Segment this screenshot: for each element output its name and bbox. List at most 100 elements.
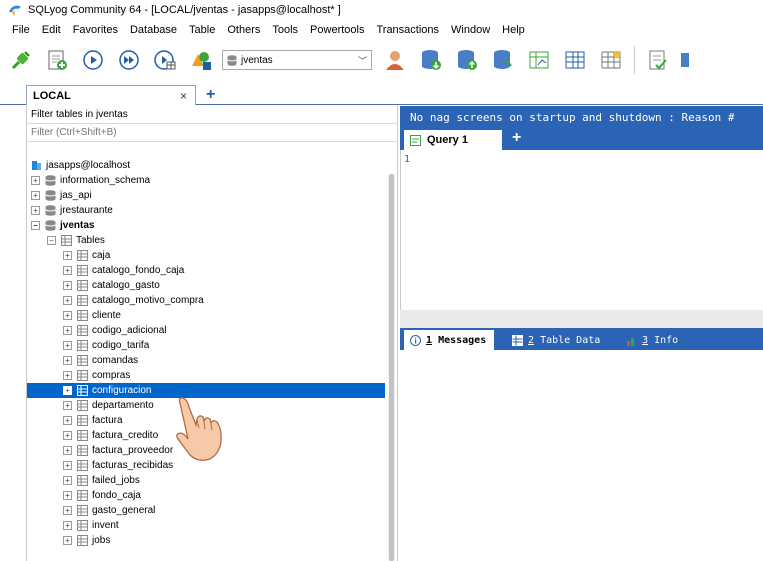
table-name-label: cliente (92, 310, 121, 321)
database-sync-button[interactable] (488, 45, 518, 75)
sqlyog-dolphin-icon (9, 5, 21, 16)
add-connection-tab-button[interactable]: + (206, 86, 215, 104)
table-row-compras[interactable]: + compras (27, 368, 385, 383)
menu-window[interactable]: Window (445, 24, 496, 36)
menu-tools[interactable]: Tools (266, 24, 304, 36)
table-name-label: invent (92, 520, 119, 531)
expand-icon[interactable]: + (63, 356, 72, 365)
close-icon[interactable]: × (180, 89, 187, 103)
expand-icon[interactable]: + (63, 266, 72, 275)
schema-designer-button[interactable] (186, 45, 216, 75)
add-query-tab-button[interactable]: + (512, 129, 521, 147)
tree-root-connection[interactable]: jasapps@localhost (27, 158, 385, 173)
expand-icon[interactable]: + (31, 176, 40, 185)
collapse-icon[interactable]: − (47, 236, 56, 245)
menu-bar: File Edit Favorites Database Table Other… (0, 20, 763, 40)
table-row-fondo-caja[interactable]: + fondo_caja (27, 488, 385, 503)
expand-icon[interactable]: + (63, 386, 72, 395)
expand-icon[interactable]: + (63, 506, 72, 515)
table-row-catalogo-motivo-compra[interactable]: + catalogo_motivo_compra (27, 293, 385, 308)
tree-database-jventas[interactable]: − jventas (27, 218, 385, 233)
expand-icon[interactable]: + (63, 311, 72, 320)
table-data-icon (512, 334, 523, 346)
backup-database-button[interactable] (416, 45, 446, 75)
connection-tab-strip: LOCAL × + (0, 83, 763, 105)
toolbar-overflow-button[interactable] (679, 45, 689, 75)
table-row-comandas[interactable]: + comandas (27, 353, 385, 368)
menu-database[interactable]: Database (124, 24, 183, 36)
menu-help[interactable]: Help (496, 24, 531, 36)
collapse-icon[interactable]: − (31, 221, 40, 230)
tree-database-information-schema[interactable]: + information_schema (27, 173, 385, 188)
expand-icon[interactable]: + (63, 491, 72, 500)
tree-tables-folder[interactable]: − Tables (27, 233, 385, 248)
expand-icon[interactable]: + (63, 416, 72, 425)
menu-file[interactable]: File (6, 24, 36, 36)
new-query-editor-button[interactable] (42, 45, 72, 75)
expand-icon[interactable]: + (63, 446, 72, 455)
table-row-caja[interactable]: + caja (27, 248, 385, 263)
expand-icon[interactable]: + (63, 326, 72, 335)
execute-query-button[interactable] (78, 45, 108, 75)
checklist-button[interactable] (643, 45, 673, 75)
table-row-jobs[interactable]: + jobs (27, 533, 385, 548)
tab-table-data[interactable]: 2 Table Data (512, 330, 600, 350)
execute-all-queries-button[interactable] (114, 45, 144, 75)
tree-database-jas-api[interactable]: + jas_api (27, 188, 385, 203)
new-connection-button[interactable] (6, 45, 36, 75)
expand-icon[interactable]: + (63, 536, 72, 545)
database-selector[interactable]: jventas ﹀ (222, 50, 372, 70)
expand-icon[interactable]: + (63, 251, 72, 260)
object-browser-scrollbar[interactable] (388, 174, 395, 561)
tab-query-1[interactable]: Query 1 (404, 130, 502, 150)
export-data-button[interactable] (596, 45, 626, 75)
editor-results-splitter[interactable] (400, 310, 763, 328)
user-manager-button[interactable] (380, 45, 410, 75)
table-row-catalogo-gasto[interactable]: + catalogo_gasto (27, 278, 385, 293)
table-row-failed-jobs[interactable]: + failed_jobs (27, 473, 385, 488)
connection-tab-local[interactable]: LOCAL × (26, 85, 196, 105)
table-name-label: catalogo_motivo_compra (92, 295, 204, 306)
sql-editor[interactable]: 1 (400, 150, 763, 310)
menu-transactions[interactable]: Transactions (370, 24, 445, 36)
restore-database-button[interactable] (452, 45, 482, 75)
title-bar: SQLyog Community 64 - [LOCAL/jventas - j… (0, 0, 763, 20)
execute-and-edit-button[interactable] (150, 45, 180, 75)
filter-input[interactable]: Filter (Ctrl+Shift+B) (27, 124, 397, 142)
expand-icon[interactable]: + (63, 341, 72, 350)
info-tab-label: Info (654, 334, 679, 346)
table-name-label: jobs (92, 535, 111, 546)
menu-powertools[interactable]: Powertools (304, 24, 370, 36)
table-row-invent[interactable]: + invent (27, 518, 385, 533)
menu-others[interactable]: Others (221, 24, 266, 36)
expand-icon[interactable]: + (31, 191, 40, 200)
expand-icon[interactable]: + (63, 431, 72, 440)
shapes-icon (192, 52, 211, 70)
expand-icon[interactable]: + (63, 296, 72, 305)
table-row-cliente[interactable]: + cliente (27, 308, 385, 323)
table-row-codigo-adicional[interactable]: + codigo_adicional (27, 323, 385, 338)
expand-icon[interactable]: + (63, 371, 72, 380)
database-label: information_schema (60, 175, 151, 186)
nag-banner[interactable]: No nag screens on startup and shutdown :… (400, 106, 763, 128)
expand-icon[interactable]: + (63, 401, 72, 410)
tab-messages[interactable]: 1 Messages (404, 330, 495, 350)
import-data-button[interactable] (560, 45, 590, 75)
table-row-codigo-tarifa[interactable]: + codigo_tarifa (27, 338, 385, 353)
expand-icon[interactable]: + (31, 206, 40, 215)
table-row-gasto-general[interactable]: + gasto_general (27, 503, 385, 518)
expand-icon[interactable]: + (63, 476, 72, 485)
menu-favorites[interactable]: Favorites (67, 24, 124, 36)
tab-info[interactable]: 3 Info (626, 330, 678, 350)
scrollbar-thumb[interactable] (389, 174, 394, 561)
menu-table[interactable]: Table (183, 24, 221, 36)
tree-database-jrestaurante[interactable]: + jrestaurante (27, 203, 385, 218)
expand-icon[interactable]: + (63, 281, 72, 290)
expand-icon[interactable]: + (63, 521, 72, 530)
database-partial-icon (681, 53, 689, 67)
table-diagnostics-button[interactable] (524, 45, 554, 75)
table-row-catalogo-fondo-caja[interactable]: + catalogo_fondo_caja (27, 263, 385, 278)
menu-edit[interactable]: Edit (36, 24, 67, 36)
expand-icon[interactable]: + (63, 461, 72, 470)
tables-folder-label: Tables (76, 235, 105, 246)
